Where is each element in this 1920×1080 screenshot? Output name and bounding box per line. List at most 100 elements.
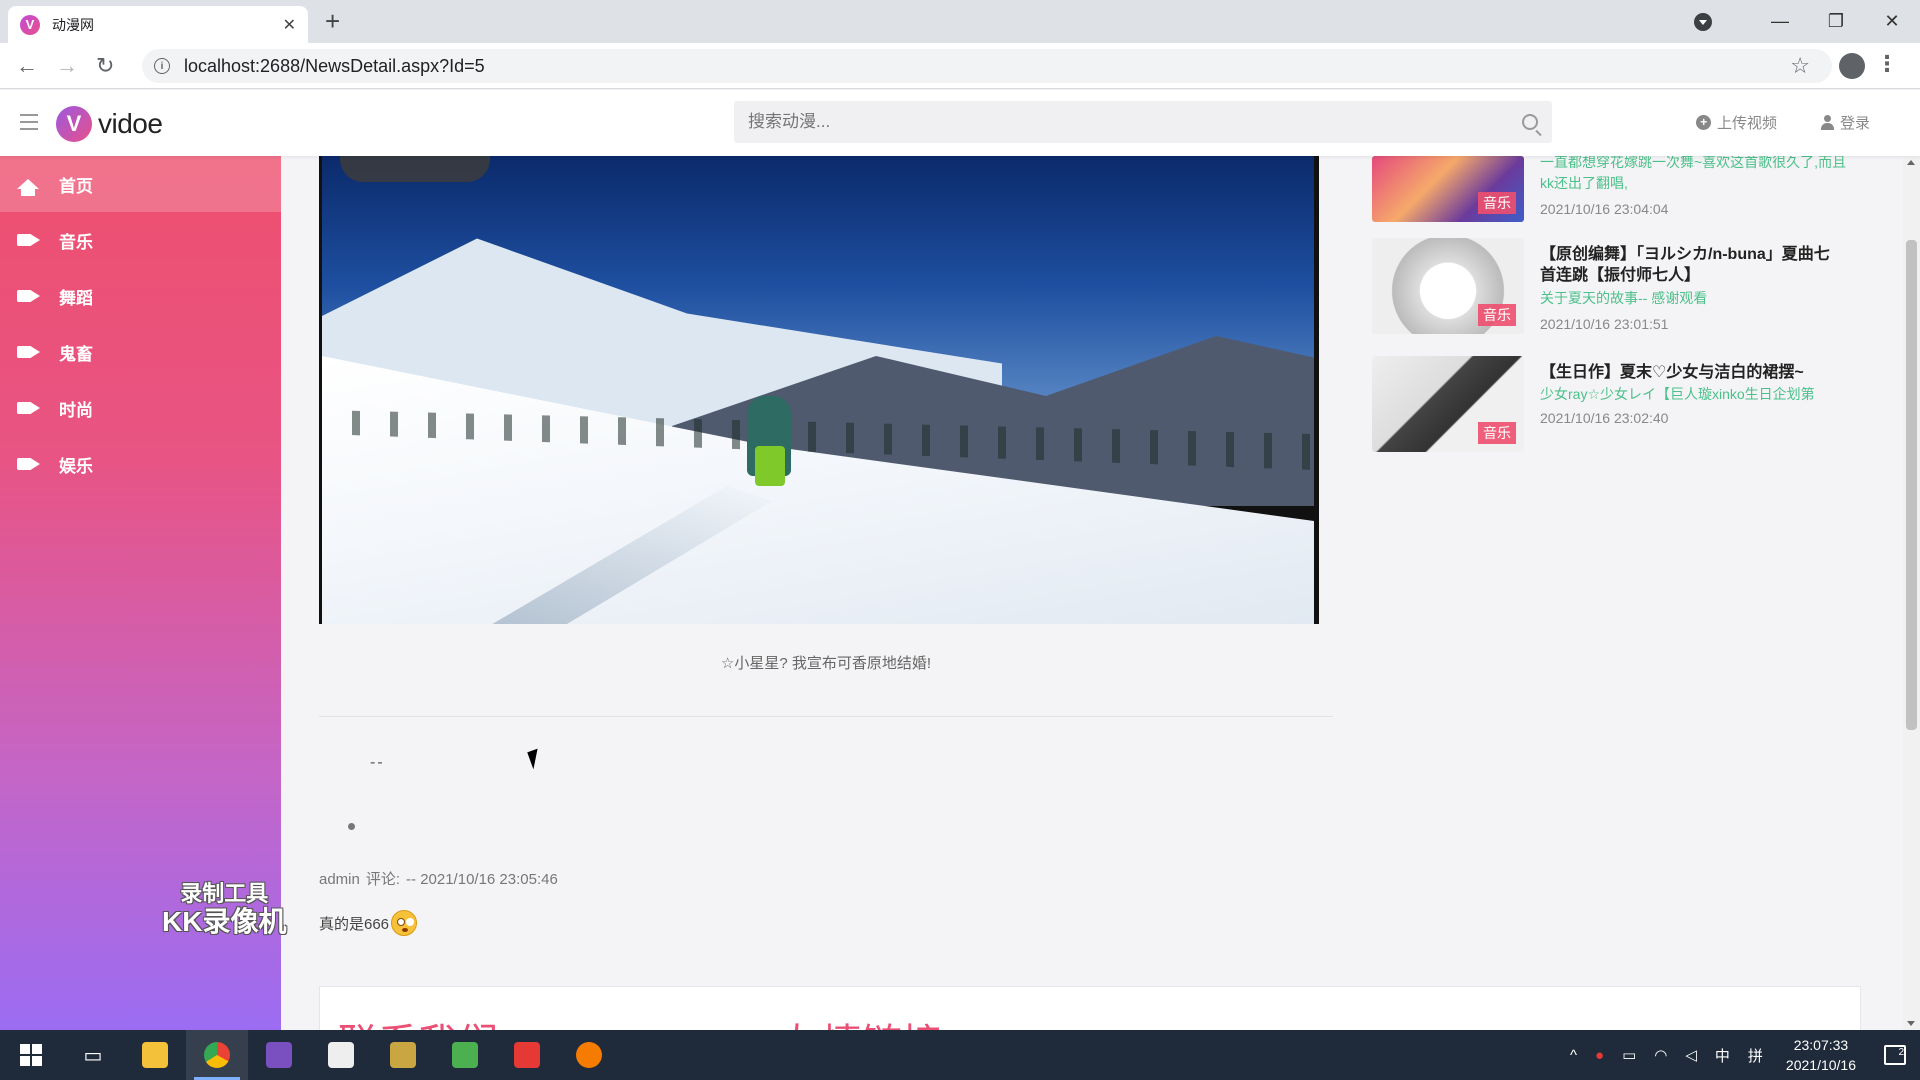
search-input[interactable] (748, 112, 1522, 132)
tab-close-icon[interactable]: ✕ (283, 15, 296, 35)
comment-verb: 评论: (365, 871, 401, 888)
comment-body: 真的是666 (319, 910, 418, 936)
taskbar-file-explorer[interactable] (124, 1030, 186, 1080)
battery-icon[interactable]: ▭ (1622, 1046, 1636, 1064)
related-video-item[interactable]: 音乐 【原创编舞】「ヨルシカ/n-buna」夏曲七首连跳【振付师七人】 关于夏天… (1372, 238, 1862, 338)
notification-center-icon[interactable]: 2 (1884, 1045, 1906, 1065)
taskbar-tools[interactable] (372, 1030, 434, 1080)
related-desc: 一直都想穿花嫁跳一次舞~喜欢这首歌很久了,而且kk还出了翻唱, (1540, 154, 1847, 191)
sidebar-item-label: 音乐 (59, 232, 93, 252)
site-favicon-icon: V (20, 14, 40, 35)
taskbar-clock[interactable]: 23:07:33 2021/10/16 (1786, 1035, 1856, 1075)
new-tab-plus-icon[interactable]: + (325, 8, 340, 34)
page-scrollbar[interactable] (1903, 156, 1920, 1030)
search-box (734, 101, 1552, 143)
wps-icon (514, 1042, 540, 1068)
tab-search-icon[interactable] (1694, 12, 1712, 31)
video-caption: ☆小星星? 我宣布可香原地结婚! (720, 655, 932, 672)
home-icon (17, 179, 39, 196)
logo-mark-icon: V (56, 106, 92, 142)
hamburger-menu-icon[interactable] (20, 114, 38, 135)
comment-time: -- 2021/10/16 23:05:46 (406, 871, 558, 888)
system-tray: ^ ● ▭ ◠ ◁ 中 拼 23:07:33 2021/10/16 2 (1561, 1030, 1920, 1080)
taskbar-store[interactable] (310, 1030, 372, 1080)
store-icon (328, 1042, 354, 1068)
forward-arrow-icon[interactable]: → (56, 53, 78, 79)
wifi-icon[interactable]: ◠ (1654, 1046, 1667, 1064)
reload-icon[interactable]: ↻ (96, 53, 114, 79)
list-bullet (348, 823, 355, 830)
category-tag: 音乐 (1478, 422, 1516, 444)
recorder-watermark: 录制工具 KK录像机 (162, 880, 286, 936)
related-title[interactable]: 【生日作】夏末♡少女与洁白的裙摆~ (1540, 362, 1840, 383)
sidebar-item-home[interactable]: 首页 (0, 156, 281, 212)
taskbar-image-app[interactable] (434, 1030, 496, 1080)
browser-tab[interactable]: V 动漫网 ✕ (8, 6, 308, 43)
minimize-icon[interactable]: — (1752, 11, 1808, 32)
video-player[interactable] (319, 156, 1319, 624)
logo-text: vidoe (98, 108, 163, 139)
sidebar-item-music[interactable]: 音乐 (0, 212, 281, 268)
section-divider (319, 716, 1333, 717)
bookmark-star-icon[interactable]: ☆ (1790, 53, 1810, 79)
category-tag: 音乐 (1478, 304, 1516, 326)
sidebar-item-label: 鬼畜 (59, 344, 93, 364)
sidebar-item-fashion[interactable]: 时尚 (0, 380, 281, 436)
scrollbar-thumb[interactable] (1906, 240, 1917, 730)
tools-icon (390, 1042, 416, 1068)
video-overlay-control[interactable] (340, 156, 490, 182)
window-close-icon[interactable]: ✕ (1864, 11, 1920, 32)
related-time: 2021/10/16 23:02:40 (1540, 410, 1669, 426)
search-icon[interactable] (1522, 114, 1538, 130)
window-controls: — ❐ ✕ (1694, 0, 1920, 43)
site-info-icon[interactable]: i (154, 58, 170, 74)
related-thumbnail[interactable]: 音乐 (1372, 356, 1524, 452)
back-arrow-icon[interactable]: ← (16, 53, 38, 79)
login-link[interactable]: 登录 (1820, 112, 1870, 133)
header-links: + 上传视频 登录 (1695, 112, 1870, 133)
login-label: 登录 (1839, 115, 1870, 132)
windows-logo-icon (20, 1044, 42, 1066)
volume-icon[interactable]: ◁ (1685, 1046, 1697, 1064)
scroll-up-icon[interactable] (1907, 160, 1915, 165)
tray-chevron-icon[interactable]: ^ (1570, 1047, 1577, 1064)
watermark-line2: KK录像机 (162, 906, 287, 937)
video-camera-icon (17, 290, 39, 302)
site-logo[interactable]: V vidoe (56, 106, 163, 142)
related-video-item[interactable]: 音乐 【生日作】夏末♡少女与洁白的裙摆~ 少女ray☆少女レイ【巨人璇xinko… (1372, 356, 1862, 456)
browser-menu-icon[interactable]: ⋮ (1876, 51, 1898, 77)
ime-indicator[interactable]: 中 (1715, 1045, 1730, 1066)
taskbar-recorder[interactable] (558, 1030, 620, 1080)
video-camera-icon (17, 234, 39, 246)
ime-mode-indicator[interactable]: 拼 (1748, 1045, 1763, 1066)
scroll-down-icon[interactable] (1907, 1021, 1915, 1026)
related-title[interactable]: 【原创编舞】「ヨルシカ/n-buna」夏曲七首连跳【振付师七人】 (1540, 244, 1840, 286)
taskbar-chrome[interactable] (186, 1030, 248, 1080)
video-camera-icon (17, 346, 39, 358)
image-app-icon (452, 1042, 478, 1068)
sidebar-item-entertainment[interactable]: 娱乐 (0, 436, 281, 492)
task-view-button[interactable]: ▭ (62, 1030, 124, 1080)
comment-text: 真的是666 (319, 915, 390, 933)
clock-date: 2021/10/16 (1785, 1057, 1856, 1073)
related-thumbnail[interactable]: 音乐 (1372, 156, 1524, 222)
category-tag: 音乐 (1478, 192, 1516, 214)
sidebar-item-label: 舞蹈 (59, 288, 93, 308)
restore-icon[interactable]: ❐ (1808, 11, 1864, 32)
sidebar-item-kichiku[interactable]: 鬼畜 (0, 324, 281, 380)
related-time: 2021/10/16 23:01:51 (1540, 316, 1669, 332)
upload-video-label: 上传视频 (1716, 115, 1777, 132)
url-text: localhost:2688/NewsDetail.aspx?Id=5 (184, 55, 485, 76)
tray-recorder-icon[interactable]: ● (1595, 1047, 1604, 1064)
address-bar[interactable]: i localhost:2688/NewsDetail.aspx?Id=5 (142, 49, 1832, 83)
sidebar-item-dance[interactable]: 舞蹈 (0, 268, 281, 324)
upload-video-link[interactable]: + 上传视频 (1695, 112, 1777, 133)
related-desc: 少女ray☆少女レイ【巨人璇xinko生日企划第 (1540, 386, 1815, 402)
watermark-line1: 录制工具 (180, 881, 269, 906)
related-thumbnail[interactable]: 音乐 (1372, 238, 1524, 334)
sidebar-item-label: 娱乐 (59, 456, 93, 476)
start-button[interactable] (0, 1030, 62, 1080)
profile-avatar-icon[interactable] (1839, 53, 1865, 79)
taskbar-visual-studio[interactable] (248, 1030, 310, 1080)
taskbar-wps[interactable] (496, 1030, 558, 1080)
